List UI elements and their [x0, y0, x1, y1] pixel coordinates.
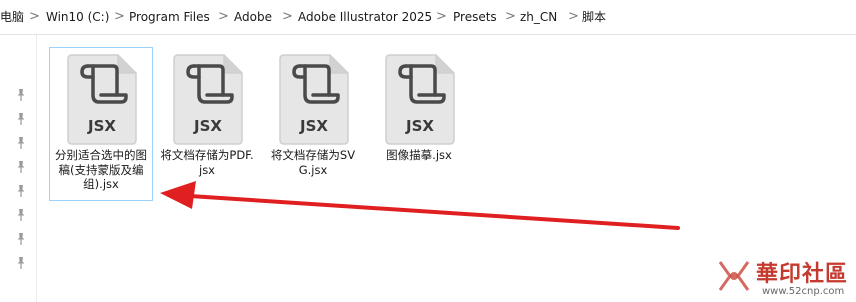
breadcrumb-separator[interactable]: > — [218, 9, 229, 25]
file-name[interactable]: 图像描摹.jsx — [372, 148, 466, 163]
address-bar[interactable]: 电脑 > Win10 (C:) > Program Files > Adobe … — [0, 0, 856, 35]
breadcrumb-item-presets[interactable]: Presets — [453, 9, 497, 25]
file-type-label: JSX — [405, 117, 434, 135]
pin-icon[interactable] — [14, 88, 28, 102]
breadcrumb-item-adobe[interactable]: Adobe — [234, 9, 272, 25]
file-name[interactable]: 将文档存储为SVG.jsx — [266, 148, 360, 177]
breadcrumb-separator[interactable]: > — [282, 9, 293, 25]
breadcrumb-item-scripts[interactable]: 脚本 — [582, 9, 606, 25]
breadcrumb-separator[interactable]: > — [114, 9, 125, 25]
navigation-pane — [0, 35, 37, 302]
watermark-title: 華印社區 — [756, 261, 849, 287]
watermark-url: www.52cnp.com — [762, 286, 845, 297]
jsx-file-icon: JSX — [279, 54, 349, 145]
file-name[interactable]: 将文档存储为PDF.jsx — [160, 148, 254, 177]
breadcrumb-item-illustrator[interactable]: Adobe Illustrator 2025 — [298, 9, 432, 25]
file-type-label: JSX — [299, 117, 328, 135]
pin-icon[interactable] — [14, 184, 28, 198]
pin-icon[interactable] — [14, 232, 28, 246]
pin-icon[interactable] — [14, 208, 28, 222]
pin-icon[interactable] — [14, 112, 28, 126]
breadcrumb-item-drive[interactable]: Win10 (C:) — [46, 9, 109, 25]
file-item[interactable]: JSX 将文档存储为SVG.jsx — [261, 47, 365, 201]
watermark-logo: 華印社區 www.52cnp.com — [712, 252, 856, 302]
jsx-file-icon: JSX — [385, 54, 455, 145]
file-type-label: JSX — [87, 117, 116, 135]
pin-icon[interactable] — [14, 136, 28, 150]
breadcrumb-item-program-files[interactable]: Program Files — [129, 9, 210, 25]
file-item[interactable]: JSX 分别适合选中的图稿(支持蒙版及编组).jsx — [49, 47, 153, 201]
breadcrumb-separator[interactable]: > — [436, 9, 447, 25]
file-item[interactable]: JSX 将文档存储为PDF.jsx — [155, 47, 259, 201]
file-type-label: JSX — [193, 117, 222, 135]
pin-icon[interactable] — [14, 256, 28, 270]
breadcrumb-item-zh-cn[interactable]: zh_CN — [520, 9, 557, 25]
file-name[interactable]: 分别适合选中的图稿(支持蒙版及编组).jsx — [54, 148, 148, 192]
file-item[interactable]: JSX 图像描摹.jsx — [367, 47, 471, 201]
breadcrumb-separator[interactable]: > — [29, 9, 40, 25]
breadcrumb-separator[interactable]: > — [505, 9, 516, 25]
breadcrumb-separator[interactable]: > — [568, 9, 579, 25]
jsx-file-icon: JSX — [173, 54, 243, 145]
watermark-emblem-icon — [718, 261, 750, 291]
breadcrumb-item-computer[interactable]: 电脑 — [0, 9, 24, 25]
jsx-file-icon: JSX — [67, 54, 137, 145]
pin-icon[interactable] — [14, 160, 28, 174]
